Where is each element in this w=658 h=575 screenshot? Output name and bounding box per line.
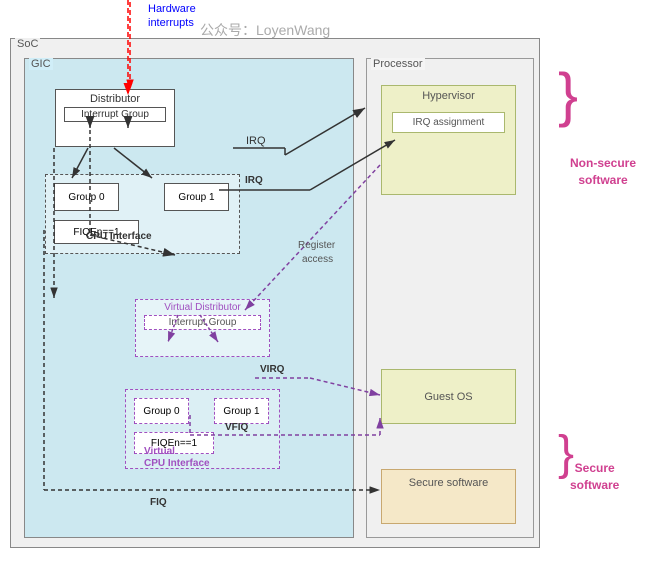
hypervisor-label: Hypervisor (382, 86, 515, 106)
vdist-label: Virtual Distributor (136, 300, 269, 315)
vcpu-interface-label: VirtualCPU Interface (144, 446, 210, 470)
soc-label: SoC (15, 38, 40, 50)
vinterrupt-group-box: Interrupt Group (144, 315, 261, 330)
group1-box: Group 1 (164, 183, 229, 211)
hw-interrupts-label: Hardwareinterrupts (148, 2, 196, 31)
secure-label: Securesoftware (570, 460, 619, 494)
secure-sw-box: Secure software (381, 469, 516, 524)
gic-label: GIC (29, 58, 53, 70)
guestos-box: Guest OS (381, 369, 516, 424)
non-secure-label: Non-securesoftware (570, 155, 636, 189)
vdist-box: Virtual Distributor Interrupt Group (135, 299, 270, 357)
gic-box: GIC Distributor Interrupt Group Group 0 … (24, 58, 354, 538)
vgroup0-box: Group 0 (134, 398, 189, 424)
distributor-label: Distributor (56, 90, 174, 107)
watermark: 公众号：LoyenWang (200, 20, 330, 40)
cpu-interface-label: CPU Interface (86, 231, 152, 242)
non-secure-brace: } (558, 65, 578, 125)
processor-label: Processor (371, 58, 425, 70)
cpu-interface-area: Group 0 Group 1 FIQEn==1 CPU Interface (45, 174, 240, 254)
vcpu-interface-area: Group 0 Group 1 FIQEn==1 VirtualCPU Inte… (125, 389, 280, 469)
vgroup1-box: Group 1 (214, 398, 269, 424)
group0-box: Group 0 (54, 183, 119, 211)
processor-box: Processor Hypervisor IRQ assignment Gues… (366, 58, 534, 538)
hypervisor-box: Hypervisor IRQ assignment (381, 85, 516, 195)
irq-assignment-box: IRQ assignment (392, 112, 505, 133)
interrupt-group-box: Interrupt Group (64, 107, 166, 122)
distributor-box: Distributor Interrupt Group (55, 89, 175, 147)
